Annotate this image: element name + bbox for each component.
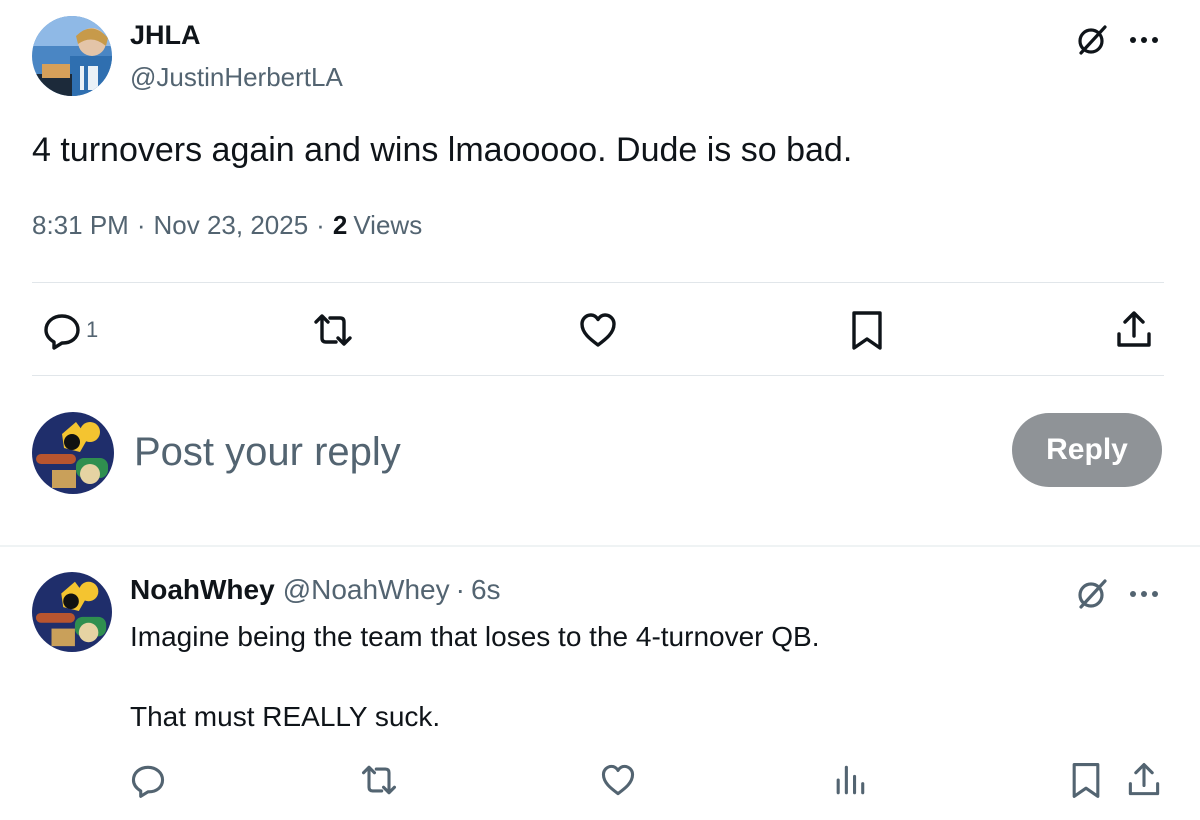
author-handle[interactable]: @JustinHerbertLA xyxy=(130,62,343,93)
tweet-text: 4 turnovers again and wins lmaooooo. Dud… xyxy=(32,131,853,169)
reply-reply-button[interactable] xyxy=(128,756,168,804)
reply-bookmark-button[interactable] xyxy=(1066,756,1106,804)
reply-icon xyxy=(128,760,168,800)
reply-header: NoahWhey @NoahWhey · 6s xyxy=(130,574,501,606)
reply-author-avatar[interactable] xyxy=(32,572,112,652)
heart-icon xyxy=(576,308,620,352)
retweet-button[interactable] xyxy=(310,306,356,354)
separator: · xyxy=(316,210,325,240)
author-name[interactable]: JHLA xyxy=(130,20,201,51)
bookmark-icon xyxy=(845,308,889,352)
heart-icon xyxy=(598,760,638,800)
reply-time[interactable]: 6s xyxy=(471,574,501,606)
analytics-icon xyxy=(830,760,870,800)
reply-author-name[interactable]: NoahWhey xyxy=(130,574,275,606)
current-user-avatar[interactable] xyxy=(32,412,114,494)
reply-share-button[interactable] xyxy=(1124,756,1164,804)
reply-submit-button[interactable]: Reply xyxy=(1012,413,1162,487)
reply-views-button[interactable] xyxy=(830,756,870,804)
tweet-meta: 8:31 PM · Nov 23, 2025 · 2 Views xyxy=(32,210,422,241)
views-label: Views xyxy=(353,210,423,240)
reply-like-button[interactable] xyxy=(598,756,638,804)
views-count: 2 xyxy=(332,210,348,240)
tweet-time[interactable]: 8:31 PM xyxy=(32,210,129,241)
reply-text-line: That must REALLY suck. xyxy=(130,701,441,732)
reply-retweet-button[interactable] xyxy=(358,756,400,804)
grok-icon[interactable] xyxy=(1068,570,1116,618)
share-icon xyxy=(1124,760,1164,800)
reply-icon xyxy=(40,308,84,352)
author-avatar[interactable] xyxy=(32,16,112,96)
reply-count: 1 xyxy=(86,317,99,342)
retweet-icon xyxy=(358,760,400,800)
reply-button[interactable]: 1 xyxy=(40,306,98,354)
share-icon xyxy=(1112,308,1156,352)
tweet-date[interactable]: Nov 23, 2025 xyxy=(154,210,309,241)
divider xyxy=(32,375,1164,376)
reply-author-handle[interactable]: @NoahWhey xyxy=(283,574,450,606)
retweet-icon xyxy=(310,308,356,352)
like-button[interactable] xyxy=(576,306,620,354)
more-icon[interactable] xyxy=(1120,570,1168,618)
separator: · xyxy=(136,210,146,240)
more-icon[interactable] xyxy=(1120,16,1168,64)
reply-text-line: Imagine being the team that loses to the… xyxy=(130,621,820,652)
reply-input[interactable] xyxy=(134,424,954,480)
grok-icon[interactable] xyxy=(1068,16,1116,64)
share-button[interactable] xyxy=(1112,306,1156,354)
bookmark-button[interactable] xyxy=(845,306,889,354)
separator: · xyxy=(455,574,465,605)
divider xyxy=(32,282,1164,283)
bookmark-icon xyxy=(1066,760,1106,800)
divider xyxy=(0,545,1200,547)
